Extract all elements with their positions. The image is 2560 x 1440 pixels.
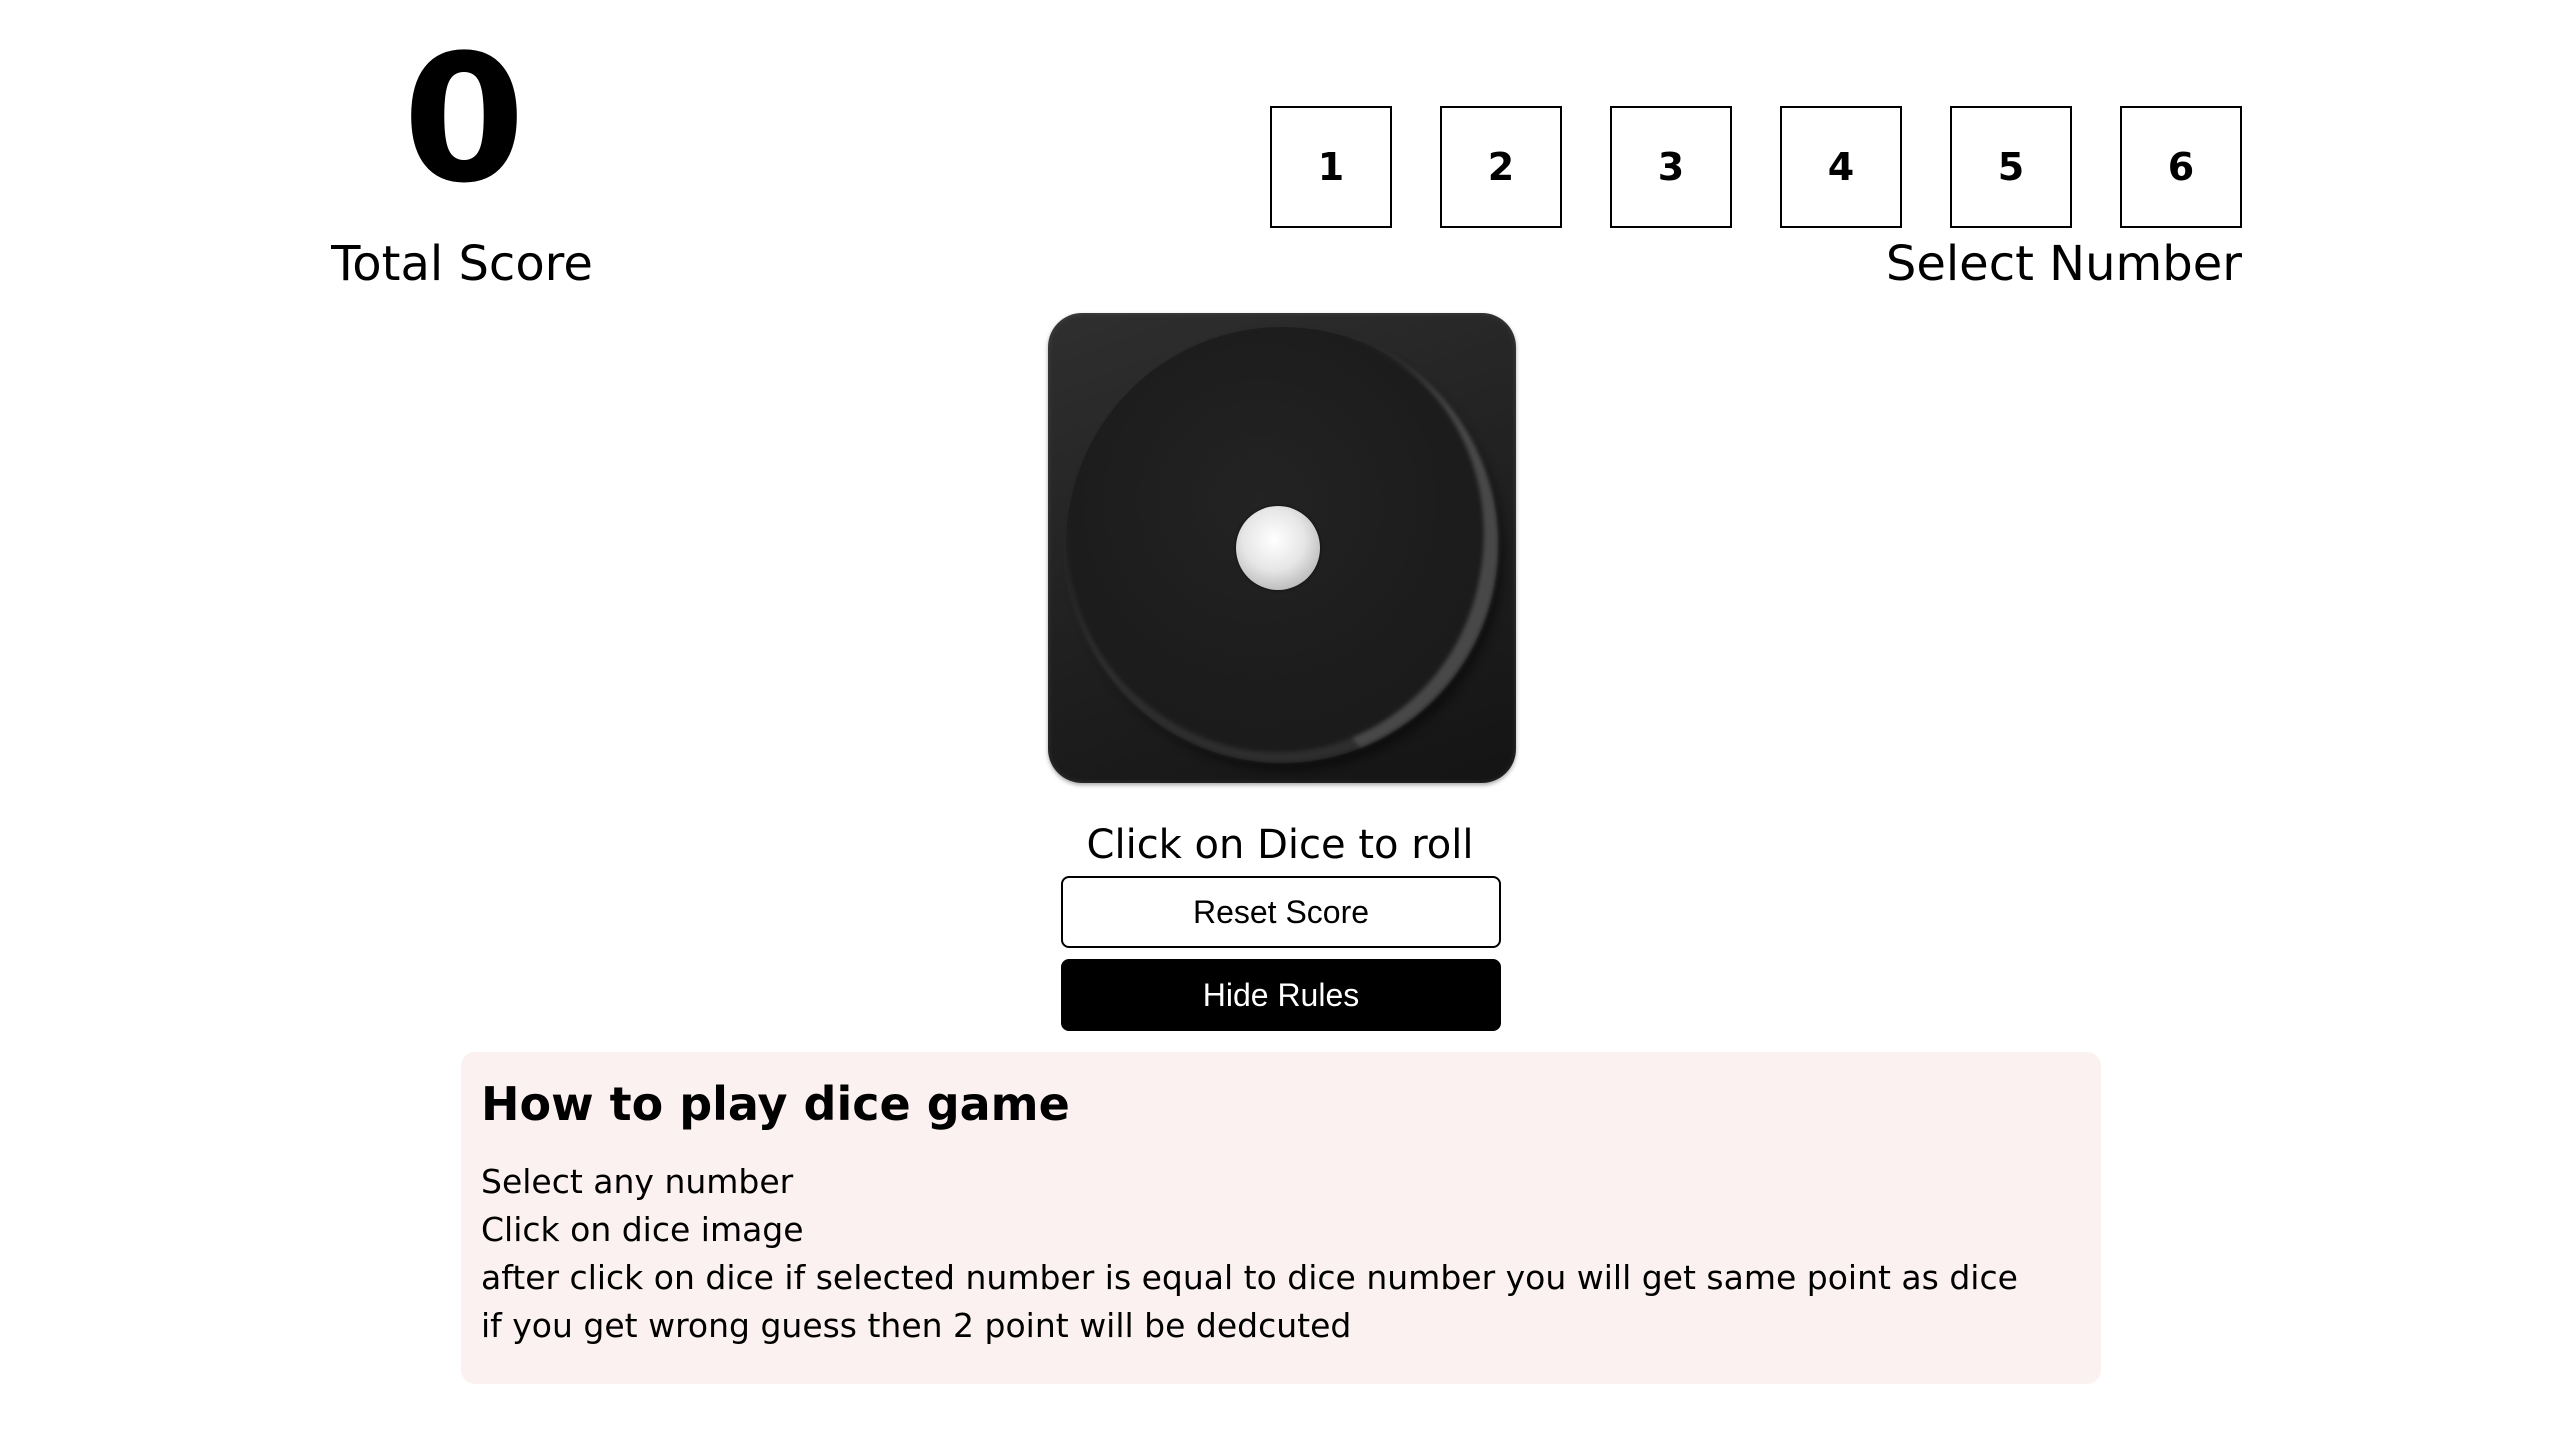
rule-item: after click on dice if selected number i… bbox=[481, 1258, 2018, 1297]
roll-hint: Click on Dice to roll bbox=[1086, 822, 1474, 868]
rule-item: Click on dice image bbox=[481, 1210, 804, 1249]
dice-game-page: 0 Total Score 1 2 3 4 5 6 Select Number … bbox=[0, 0, 2560, 1440]
total-score-panel: 0 Total Score bbox=[330, 17, 594, 292]
reset-score-button[interactable]: Reset Score bbox=[1061, 876, 1501, 948]
select-number-label: Select Number bbox=[1885, 236, 2242, 292]
rule-item: Select any number bbox=[481, 1162, 794, 1201]
rule-item: if you get wrong guess then 2 point will… bbox=[481, 1306, 1352, 1345]
total-score-label: Total Score bbox=[331, 236, 593, 292]
rules-panel: How to play dice game Select any number … bbox=[461, 1052, 2101, 1384]
rules-list: Select any number Click on dice image af… bbox=[481, 1158, 2081, 1350]
dice-pip bbox=[1236, 506, 1320, 590]
number-option-4[interactable]: 4 bbox=[1780, 106, 1902, 228]
number-option-5[interactable]: 5 bbox=[1950, 106, 2072, 228]
total-score-value: 0 bbox=[402, 17, 525, 222]
number-options: 1 2 3 4 5 6 bbox=[1270, 106, 2242, 228]
number-selector: 1 2 3 4 5 6 Select Number bbox=[1270, 106, 2242, 288]
number-option-1[interactable]: 1 bbox=[1270, 106, 1392, 228]
number-option-2[interactable]: 2 bbox=[1440, 106, 1562, 228]
hide-rules-button[interactable]: Hide Rules bbox=[1061, 959, 1501, 1031]
number-option-3[interactable]: 3 bbox=[1610, 106, 1732, 228]
number-option-6[interactable]: 6 bbox=[2120, 106, 2242, 228]
rules-title: How to play dice game bbox=[481, 1077, 1070, 1131]
